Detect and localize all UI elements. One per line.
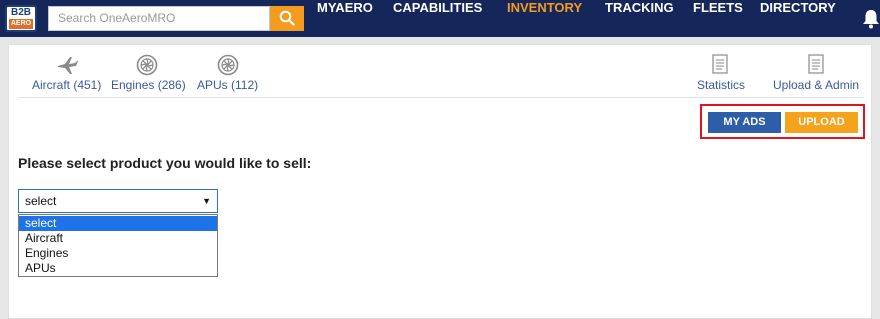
airplane-icon[interactable] bbox=[56, 54, 78, 76]
nav-directory[interactable]: DIRECTORY bbox=[760, 0, 836, 37]
search-icon bbox=[279, 10, 295, 26]
category-apus-link[interactable]: APUs (112) bbox=[197, 78, 258, 92]
nav-tracking[interactable]: TRACKING bbox=[605, 0, 674, 37]
option-apus[interactable]: APUs bbox=[19, 261, 217, 276]
bell-icon[interactable] bbox=[862, 9, 880, 29]
sell-product-heading: Please select product you would like to … bbox=[18, 155, 312, 171]
option-select[interactable]: select bbox=[19, 216, 217, 231]
logo-text-top: B2B bbox=[10, 7, 31, 18]
top-navigation-bar: B2B AERO Search OneAeroMRO MYAERO CAPABI… bbox=[0, 0, 880, 37]
nav-myaero[interactable]: MYAERO bbox=[317, 0, 373, 37]
upload-button[interactable]: UPLOAD bbox=[785, 112, 858, 133]
category-engines-link[interactable]: Engines (286) bbox=[111, 78, 186, 92]
product-dropdown-list: select Aircraft Engines APUs bbox=[18, 214, 218, 277]
product-select-value: select bbox=[25, 194, 57, 208]
statistics-link[interactable]: Statistics bbox=[697, 78, 745, 92]
nav-inventory[interactable]: INVENTORY bbox=[507, 0, 582, 37]
option-engines[interactable]: Engines bbox=[19, 246, 217, 261]
engine-icon[interactable] bbox=[136, 54, 158, 76]
my-ads-button[interactable]: MY ADS bbox=[708, 112, 781, 133]
dropdown-arrow-icon: ▼ bbox=[202, 196, 211, 206]
logo-text-bottom: AERO bbox=[9, 19, 33, 29]
divider bbox=[18, 97, 864, 98]
category-aircraft-link[interactable]: Aircraft (451) bbox=[32, 78, 101, 92]
b2b-aero-logo[interactable]: B2B AERO bbox=[5, 5, 37, 32]
apu-icon[interactable] bbox=[217, 54, 239, 76]
nav-fleets[interactable]: FLEETS bbox=[693, 0, 743, 37]
upload-admin-link[interactable]: Upload & Admin bbox=[773, 78, 859, 92]
search-button[interactable] bbox=[270, 6, 304, 31]
nav-capabilities[interactable]: CAPABILITIES bbox=[393, 0, 482, 37]
product-select[interactable]: select ▼ bbox=[18, 189, 218, 213]
upload-admin-document-icon[interactable] bbox=[808, 54, 824, 74]
option-aircraft[interactable]: Aircraft bbox=[19, 231, 217, 246]
statistics-document-icon[interactable] bbox=[712, 54, 728, 74]
search-input[interactable]: Search OneAeroMRO bbox=[48, 6, 270, 31]
